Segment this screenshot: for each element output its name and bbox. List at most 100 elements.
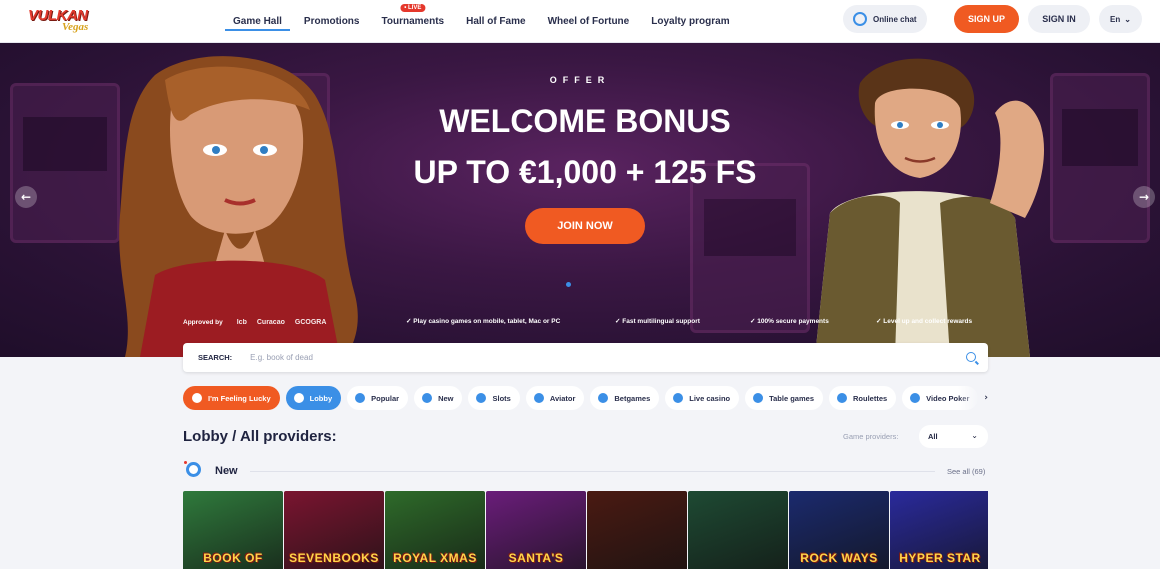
tab-label: New [438, 393, 454, 403]
site-header: VULKAN Vegas Game Hall Promotions • LIVE… [0, 0, 1160, 43]
see-all-link[interactable]: See all (69) [947, 467, 985, 476]
providers-value: All [928, 432, 938, 441]
game-title: SEVENBOOKS [289, 551, 379, 565]
heart-icon [355, 393, 366, 403]
logo-sub-text: Vegas [62, 21, 89, 33]
new-section-icon [184, 461, 201, 477]
section-divider [250, 471, 935, 472]
game-title: HYPER STAR [899, 551, 981, 565]
language-label: En [1110, 14, 1121, 24]
nav-label: Tournaments [381, 16, 445, 27]
lobby-icon [293, 393, 304, 403]
betgames-icon [598, 393, 609, 403]
hero-banner: OFFER WELCOME BONUS UP TO €1,000 + 125 F… [0, 43, 1160, 357]
regulator-logo-lcb: lcb [236, 318, 247, 326]
game-tile[interactable]: ROCK WAYS [789, 491, 889, 569]
tab-label: Slots [492, 393, 511, 403]
nav-label: Game Hall [233, 16, 282, 27]
online-chat-button[interactable]: Online chat [843, 5, 927, 33]
game-tile[interactable]: HYPER STAR [890, 491, 988, 569]
game-title: ROCK WAYS [800, 551, 878, 565]
feature-rewards: Level up and collect rewards [876, 317, 972, 325]
game-tile[interactable]: SANTA'S [486, 491, 586, 569]
tab-aviator[interactable]: Aviator [525, 386, 585, 410]
video-icon [910, 393, 921, 403]
nav-label: Loyalty program [651, 16, 730, 27]
tab-label: I'm Feeling Lucky [208, 393, 271, 403]
game-title: ROYAL XMAS [393, 551, 477, 565]
regulator-logo-curacao: Curacao [256, 318, 285, 326]
game-tile[interactable]: ROYAL XMAS [385, 491, 485, 569]
new-games-row: BOOK OF SEVENBOOKS ROYAL XMAS SANTA'S ROCK W… [183, 491, 988, 569]
nav-label: Hall of Fame [466, 16, 526, 27]
tab-table-games[interactable]: Table games [745, 386, 823, 410]
chat-label: Online chat [873, 14, 917, 24]
new-section-title: New [215, 465, 238, 477]
aviator-icon [533, 393, 544, 403]
game-tile[interactable]: BOOK OF [183, 491, 283, 569]
feature-support: Fast multilingual support [615, 317, 700, 325]
game-title: BOOK OF [203, 551, 263, 565]
category-tabs: I'm Feeling Lucky Lobby Popular New Slot… [183, 386, 988, 410]
hero-title: WELCOME BONUS [439, 103, 731, 139]
game-tile[interactable] [688, 491, 788, 569]
live-icon [673, 393, 684, 403]
tab-roulettes[interactable]: Roulettes [829, 386, 897, 410]
tab-label: Lobby [309, 393, 333, 403]
game-title: SANTA'S [508, 551, 564, 565]
woman-character-illustration [119, 56, 358, 357]
regulator-logo-gcogra: GCOGRA [294, 318, 327, 326]
clover-icon [192, 393, 202, 403]
tab-popular[interactable]: Popular [347, 386, 409, 410]
nav-tournaments[interactable]: • LIVE Tournaments [370, 0, 455, 43]
lobby-title: Lobby / All providers: [183, 428, 337, 445]
feature-secure-payments: 100% secure payments [750, 317, 829, 325]
nav-promotions[interactable]: Promotions [293, 0, 371, 43]
tab-label: Table games [769, 393, 814, 403]
roulette-icon [837, 393, 847, 403]
providers-select[interactable]: All ⌄ [919, 425, 988, 448]
categories-scroll-right-icon[interactable]: › [958, 386, 988, 410]
tab-label: Aviator [549, 393, 576, 403]
search-icon[interactable] [966, 352, 976, 362]
sign-in-button[interactable]: SIGN IN [1028, 5, 1090, 33]
vulkan-vegas-logo[interactable]: VULKAN Vegas [28, 7, 98, 37]
carousel-next-arrow-icon[interactable]: → [1133, 186, 1155, 208]
feature-multiplatform: Play casino games on mobile, tablet, Mac… [406, 317, 560, 325]
chevron-down-icon: ⌄ [1124, 14, 1131, 24]
headset-icon [853, 12, 867, 26]
nav-hall-of-fame[interactable]: Hall of Fame [455, 0, 536, 43]
carousel-dot-active[interactable] [566, 282, 571, 287]
game-tile[interactable] [587, 491, 687, 569]
sign-up-button[interactable]: SIGN UP [954, 5, 1019, 33]
new-icon [422, 393, 433, 403]
offer-label: OFFER [549, 75, 611, 85]
nav-wheel-of-fortune[interactable]: Wheel of Fortune [537, 0, 641, 43]
nav-game-hall[interactable]: Game Hall [222, 0, 293, 43]
game-tile[interactable]: SEVENBOOKS [284, 491, 384, 569]
providers-label: Game providers: [843, 432, 899, 441]
chevron-down-icon: ⌄ [971, 431, 978, 440]
nav-label: Promotions [303, 16, 360, 27]
tab-label: Popular [371, 393, 400, 403]
search-input[interactable] [250, 353, 931, 362]
main-nav: Game Hall Promotions • LIVE Tournaments … [222, 0, 741, 43]
language-selector[interactable]: En ⌄ [1099, 5, 1142, 33]
tab-label: Roulettes [853, 393, 888, 403]
tab-new[interactable]: New [414, 386, 463, 410]
slots-icon [476, 393, 487, 403]
join-now-button[interactable]: JOIN NOW [525, 208, 645, 244]
club-icon [753, 393, 764, 403]
hero-subtitle: UP TO €1,000 + 125 FS [413, 154, 757, 190]
tab-live-casino[interactable]: Live casino [665, 386, 740, 410]
man-character-illustration [815, 58, 1045, 357]
approved-by-label: Approved by [183, 318, 223, 326]
tab-slots[interactable]: Slots [468, 386, 520, 410]
tab-label: Betgames [614, 393, 651, 403]
search-label: SEARCH: [198, 353, 233, 362]
tab-betgames[interactable]: Betgames [590, 386, 660, 410]
carousel-prev-arrow-icon[interactable]: ← [15, 186, 37, 208]
tab-lobby[interactable]: Lobby [285, 386, 342, 410]
nav-loyalty-program[interactable]: Loyalty program [640, 0, 740, 43]
tab-im-feeling-lucky[interactable]: I'm Feeling Lucky [183, 386, 280, 410]
